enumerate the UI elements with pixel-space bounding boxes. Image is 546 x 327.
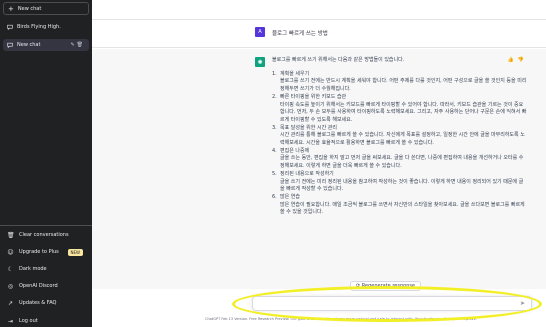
clear-conversations-label: Clear conversations	[19, 232, 69, 238]
moon-icon: ☾	[7, 265, 14, 273]
logout-label: Log out	[19, 318, 38, 324]
conversation-actions: ✎🗑	[70, 42, 85, 48]
user-message-text: 블로그 빠르게 쓰는 방법	[272, 31, 328, 37]
dark-mode-label: Dark mode	[19, 266, 47, 272]
sidebar-divider	[0, 225, 92, 226]
item-desc: 글을 쓰기 전에는 미리 정리된 내용을 참고하여 작성하는 것이 좋습니다. …	[280, 178, 524, 193]
updates-faq-link[interactable]: ↗ Updates & FAQ	[3, 297, 89, 309]
footer-text: ChatGPT Feb 13 Version. Free Research Pr…	[205, 317, 477, 321]
new-badge: NEW	[67, 248, 83, 256]
item-title: 많은 연습	[280, 193, 300, 200]
conversation-item-active[interactable]: New chat ✎🗑	[3, 39, 89, 51]
trash-icon[interactable]: 🗑	[77, 42, 85, 48]
item-desc: 시간 관리를 통해 블로그를 빠르게 쓸 수 있습니다. 자신에게 목표를 설정…	[280, 132, 525, 147]
logout-icon: ⇥	[7, 317, 14, 325]
top-bar	[92, 0, 546, 20]
trash-icon: 🗑	[7, 231, 15, 239]
logout-button[interactable]: ⇥ Log out	[3, 315, 89, 327]
item-number: 1.	[272, 70, 277, 77]
user-message: A 블로그 빠르게 쓰는 방법	[92, 20, 546, 48]
list-item: 1. 계획을 세우기 블로그를 쓰기 전에는 반드시 계획을 세워야 합니다. 어떤…	[272, 71, 527, 94]
new-chat-button[interactable]: + New chat	[3, 2, 89, 15]
answer-list: 1. 계획을 세우기 블로그를 쓰기 전에는 반드시 계획을 세워야 합니다. 어떤…	[272, 71, 527, 217]
plus-icon: +	[8, 4, 14, 13]
updates-faq-label: Updates & FAQ	[19, 300, 57, 306]
item-number: 4.	[272, 147, 277, 154]
user-avatar: A	[255, 27, 265, 37]
sidebar: + New chat Birds Flying High. New chat ✎…	[0, 0, 92, 327]
assistant-message: ✺ 👍👎 블로그를 빠르게 쓰기 위해서는 다음과 같은 방법들이 있습니다. …	[92, 49, 546, 289]
list-item: 6. 많은 연습 많은 연습이 필요합니다. 매일 조금씩 블로그를 쓰면서 자신만…	[272, 194, 527, 217]
dark-mode-button[interactable]: ☾ Dark mode	[3, 263, 89, 275]
item-number: 6.	[272, 193, 277, 200]
list-item: 2. 빠른 타이핑을 위한 키보드 습관 타이핑 속도를 높이기 위해서는 키보드를…	[272, 94, 527, 125]
item-title: 빠른 타이핑을 위한 키보드 습관	[280, 93, 347, 100]
item-title: 정리된 내용으로 작성하기	[280, 170, 334, 177]
conversation-label: Birds Flying High.	[17, 24, 61, 30]
item-title: 편집은 나중에	[280, 147, 310, 154]
item-number: 5.	[272, 170, 277, 177]
list-item: 3. 목표 달성을 위한 시간 관리 시간 관리를 통해 블로그를 빠르게 쓸 수 …	[272, 125, 527, 148]
message-input[interactable]: ➤	[252, 296, 532, 311]
new-chat-label: New chat	[17, 5, 42, 12]
item-number: 3.	[272, 124, 277, 131]
clear-conversations-button[interactable]: 🗑 Clear conversations	[3, 229, 89, 241]
upgrade-label: Upgrade to Plus	[19, 249, 59, 255]
conversation-label: New chat	[17, 42, 41, 48]
external-link-icon: ↗	[7, 299, 14, 307]
chat-bubble-icon	[7, 24, 13, 30]
regenerate-response-button[interactable]: ⟳ Regenerate response	[350, 281, 422, 291]
item-desc: 많은 연습이 필요합니다. 매일 조금씩 블로그를 쓰면서 자신만의 스타일을 …	[280, 201, 525, 216]
discord-label: OpenAI Discord	[19, 283, 58, 289]
upgrade-button[interactable]: ☺ Upgrade to Plus NEW	[3, 246, 89, 258]
conversation-item[interactable]: Birds Flying High.	[3, 21, 89, 33]
item-desc: 타이핑 속도를 높이기 위해서는 키보드를 빠르게 타이핑할 수 있어야 합니다…	[280, 101, 527, 123]
discord-icon: ◎	[7, 282, 14, 290]
list-item: 4. 편집은 나중에 글을 쓰는 동안, 편집을 하지 말고 먼저 글을 써보세요.…	[272, 148, 527, 171]
chat-main: A 블로그 빠르게 쓰는 방법 ✺ 👍👎 블로그를 빠르게 쓰기 위해서는 다음…	[92, 0, 546, 327]
item-title: 목표 달성을 위한 시간 관리	[280, 124, 337, 131]
item-number: 2.	[272, 93, 277, 100]
list-item: 5. 정리된 내용으로 작성하기 글을 쓰기 전에는 미리 정리된 내용을 참고하여…	[272, 171, 527, 194]
discord-link[interactable]: ◎ OpenAI Discord	[3, 280, 89, 292]
item-desc: 블로그를 쓰기 전에는 반드시 계획을 세워야 합니다. 어떤 주제를 다룰 것…	[280, 78, 527, 93]
item-desc: 글을 쓰는 동안, 편집을 하지 말고 먼저 글을 써보세요. 글을 다 쓴다면…	[280, 155, 524, 170]
send-icon[interactable]: ➤	[520, 300, 525, 307]
chat-bubble-icon	[7, 42, 13, 48]
user-icon: ☺	[7, 248, 14, 256]
assistant-answer: 블로그를 빠르게 쓰기 위해서는 다음과 같은 방법들이 있습니다. 1. 계획을…	[272, 57, 527, 217]
answer-intro: 블로그를 빠르게 쓰기 위해서는 다음과 같은 방법들이 있습니다.	[272, 57, 405, 63]
openai-logo-icon: ✺	[255, 57, 265, 67]
item-title: 계획을 세우기	[280, 70, 310, 77]
